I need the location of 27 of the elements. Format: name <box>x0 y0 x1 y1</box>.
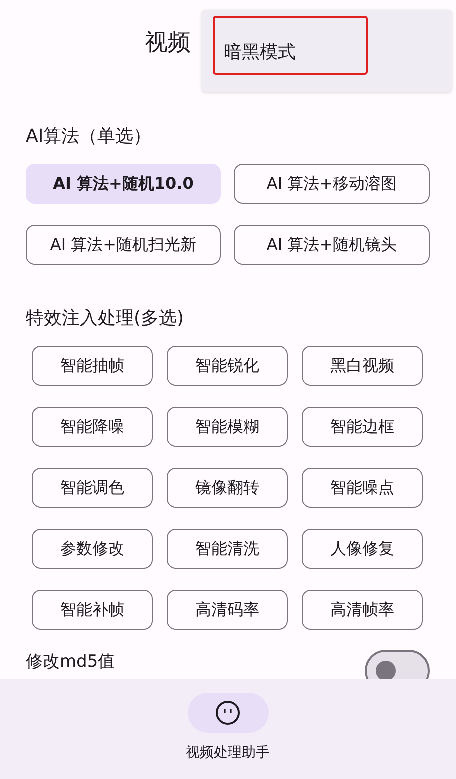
option-chip[interactable]: 黑白视频 <box>302 346 423 386</box>
option-chip[interactable]: 智能抽帧 <box>32 346 153 386</box>
app-title: 视频 <box>145 30 191 56</box>
option-chip[interactable]: AI 算法+随机扫光新 <box>26 225 221 265</box>
option-chip[interactable]: 人像修复 <box>302 529 423 569</box>
option-chip[interactable]: 智能降噪 <box>32 407 153 447</box>
menu-item[interactable]: 暗黑模式 <box>213 16 368 75</box>
switch-label: 修改md5值 <box>26 651 116 672</box>
option-chip[interactable]: 智能调色 <box>32 468 153 508</box>
option-chip[interactable]: AI 算法+移动溶图 <box>234 164 430 204</box>
nav-tab[interactable] <box>188 693 268 733</box>
option-chip[interactable]: AI 算法+随机10.0 <box>26 164 221 204</box>
option-chip[interactable]: 智能锐化 <box>167 346 288 386</box>
option-chip[interactable]: 参数修改 <box>32 529 153 569</box>
section-heading: 特效注入处理(多选) <box>26 308 184 329</box>
face-icon <box>215 700 241 726</box>
option-chip[interactable]: 智能模糊 <box>167 407 288 447</box>
nav-label: 视频处理助手 <box>186 744 270 763</box>
option-chip[interactable]: 智能清洗 <box>167 529 288 569</box>
option-chip[interactable]: AI 算法+随机镜头 <box>234 225 430 265</box>
option-chip[interactable]: 智能噪点 <box>302 468 423 508</box>
section-heading: AI算法（单选） <box>26 126 152 147</box>
option-chip[interactable]: 高清码率 <box>167 590 288 630</box>
option-chip[interactable]: 高清帧率 <box>302 590 423 630</box>
option-chip[interactable]: 镜像翻转 <box>167 468 288 508</box>
option-chip[interactable]: 智能补帧 <box>32 590 153 630</box>
option-chip[interactable]: 智能边框 <box>302 407 423 447</box>
